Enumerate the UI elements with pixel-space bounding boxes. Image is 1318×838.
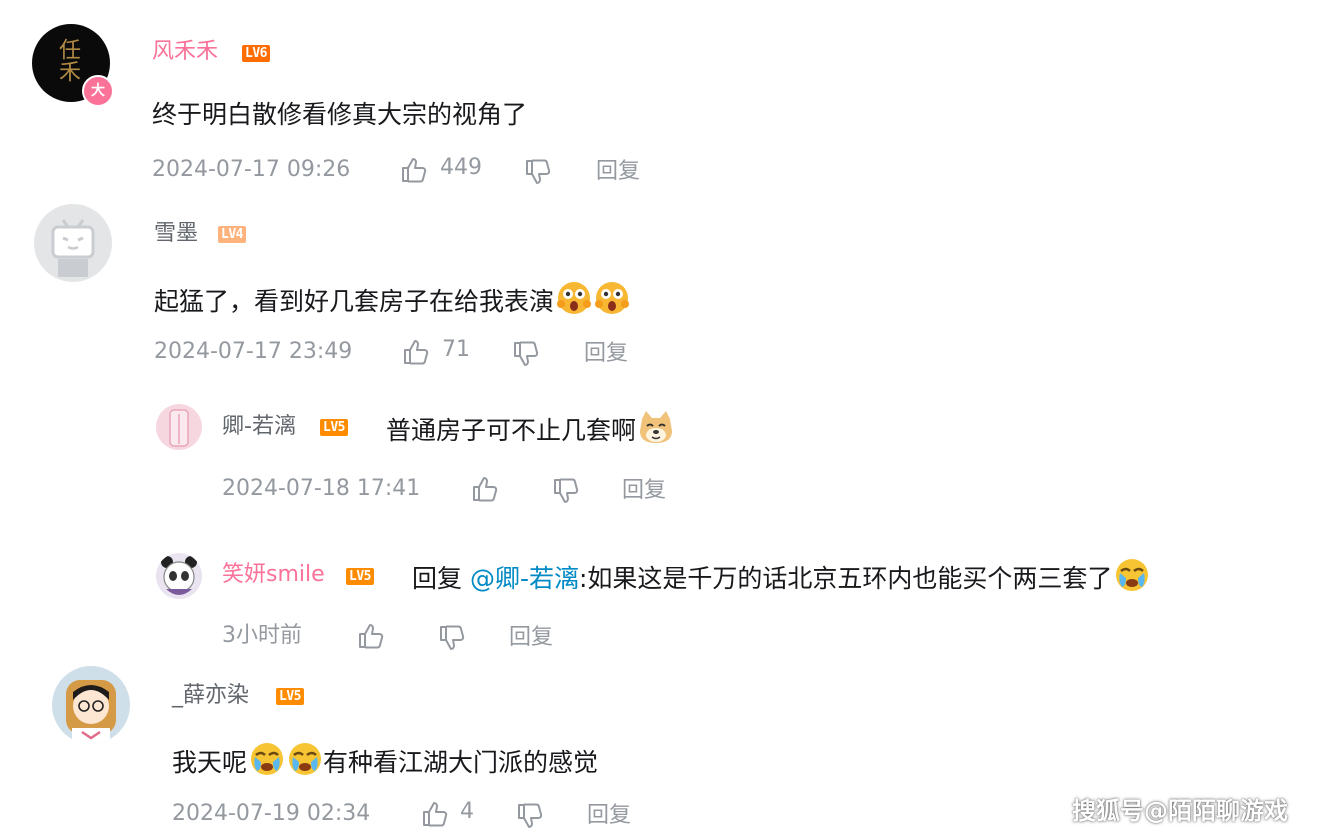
- username[interactable]: 风禾禾: [152, 38, 218, 66]
- avatar[interactable]: [156, 404, 202, 450]
- comment-text-body-b: 有种看江湖大门派的感觉: [323, 748, 599, 777]
- username[interactable]: 雪墨: [154, 220, 198, 248]
- thumbs-down-icon[interactable]: [551, 476, 581, 506]
- comment-text: 起猛了，看到好几套房子在给我表演: [154, 280, 630, 319]
- reply-button[interactable]: 回复: [587, 802, 631, 830]
- reply-text: 普通房子可不止几套啊: [386, 409, 674, 448]
- level-badge: LV5: [320, 419, 348, 436]
- thumbs-down-icon[interactable]: [437, 623, 467, 653]
- username[interactable]: 卿-若漓: [222, 413, 296, 441]
- thumbs-up-icon[interactable]: [470, 474, 500, 504]
- reply-button[interactable]: 回复: [509, 624, 553, 652]
- reply-text-body: 普通房子可不止几套啊: [386, 416, 637, 445]
- thumbs-up-icon[interactable]: [401, 337, 431, 367]
- default-avatar-icon: [51, 219, 95, 277]
- reply-button[interactable]: 回复: [596, 158, 640, 186]
- thumbs-down-icon[interactable]: [523, 157, 553, 187]
- level-badge: LV6: [242, 45, 270, 62]
- like-count: 4: [460, 799, 474, 824]
- shocked-emoji-icon: [556, 280, 592, 316]
- level-badge: LV4: [218, 226, 246, 243]
- reply-button[interactable]: 回复: [622, 477, 666, 505]
- username[interactable]: 笑妍smile: [222, 561, 325, 589]
- thumbs-up-icon[interactable]: [399, 155, 429, 185]
- avatar-calligraphy: 任禾: [55, 38, 80, 82]
- crying-emoji-icon: [1114, 557, 1150, 593]
- comment-text-body-a: 我天呢: [172, 748, 248, 777]
- crying-emoji-icon: [249, 741, 285, 777]
- username[interactable]: _薛亦染: [172, 682, 249, 710]
- thumbs-up-icon[interactable]: [356, 621, 386, 651]
- reply-text-body: :如果这是千万的话北京五环内也能买个两三套了: [579, 564, 1113, 593]
- comment-text-body: 起猛了，看到好几套房子在给我表演: [154, 287, 555, 316]
- vip-badge-icon: 大: [82, 75, 114, 107]
- avatar-figure-icon: [66, 680, 116, 744]
- crying-emoji-icon: [287, 741, 323, 777]
- comment-text: 终于明白散修看修真大宗的视角了: [152, 100, 528, 129]
- reply-text: 回复 @卿-若漓:如果这是千万的话北京五环内也能买个两三套了: [412, 557, 1150, 596]
- mention-link[interactable]: @卿-若漓: [470, 564, 579, 593]
- thumbs-down-icon[interactable]: [511, 339, 541, 369]
- watermark: 搜狐号@陌陌聊游戏: [1072, 797, 1288, 825]
- comment-text: 我天呢 有种看江湖大门派的感觉: [172, 741, 598, 780]
- avatar[interactable]: [34, 204, 112, 282]
- comment-time: 2024-07-19 02:34: [172, 801, 371, 826]
- shocked-emoji-icon: [594, 280, 630, 316]
- avatar-figure-icon: [161, 556, 197, 595]
- reply-prefix: 回复: [412, 564, 463, 593]
- thumbs-down-icon[interactable]: [515, 801, 545, 831]
- comment-time: 2024-07-17 09:26: [152, 157, 351, 182]
- avatar[interactable]: [52, 666, 130, 744]
- comment-time: 2024-07-17 23:49: [154, 339, 353, 364]
- avatar[interactable]: [156, 553, 202, 599]
- reply-time: 3小时前: [222, 623, 302, 648]
- avatar-figure-icon: [169, 409, 189, 447]
- thumbs-up-icon[interactable]: [420, 799, 450, 829]
- reply-button[interactable]: 回复: [584, 340, 628, 368]
- like-count: 449: [440, 155, 482, 180]
- level-badge: LV5: [276, 688, 304, 705]
- doge-emoji-icon: [638, 409, 674, 445]
- reply-time: 2024-07-18 17:41: [222, 476, 421, 501]
- like-count: 71: [442, 337, 470, 362]
- level-badge: LV5: [346, 568, 374, 585]
